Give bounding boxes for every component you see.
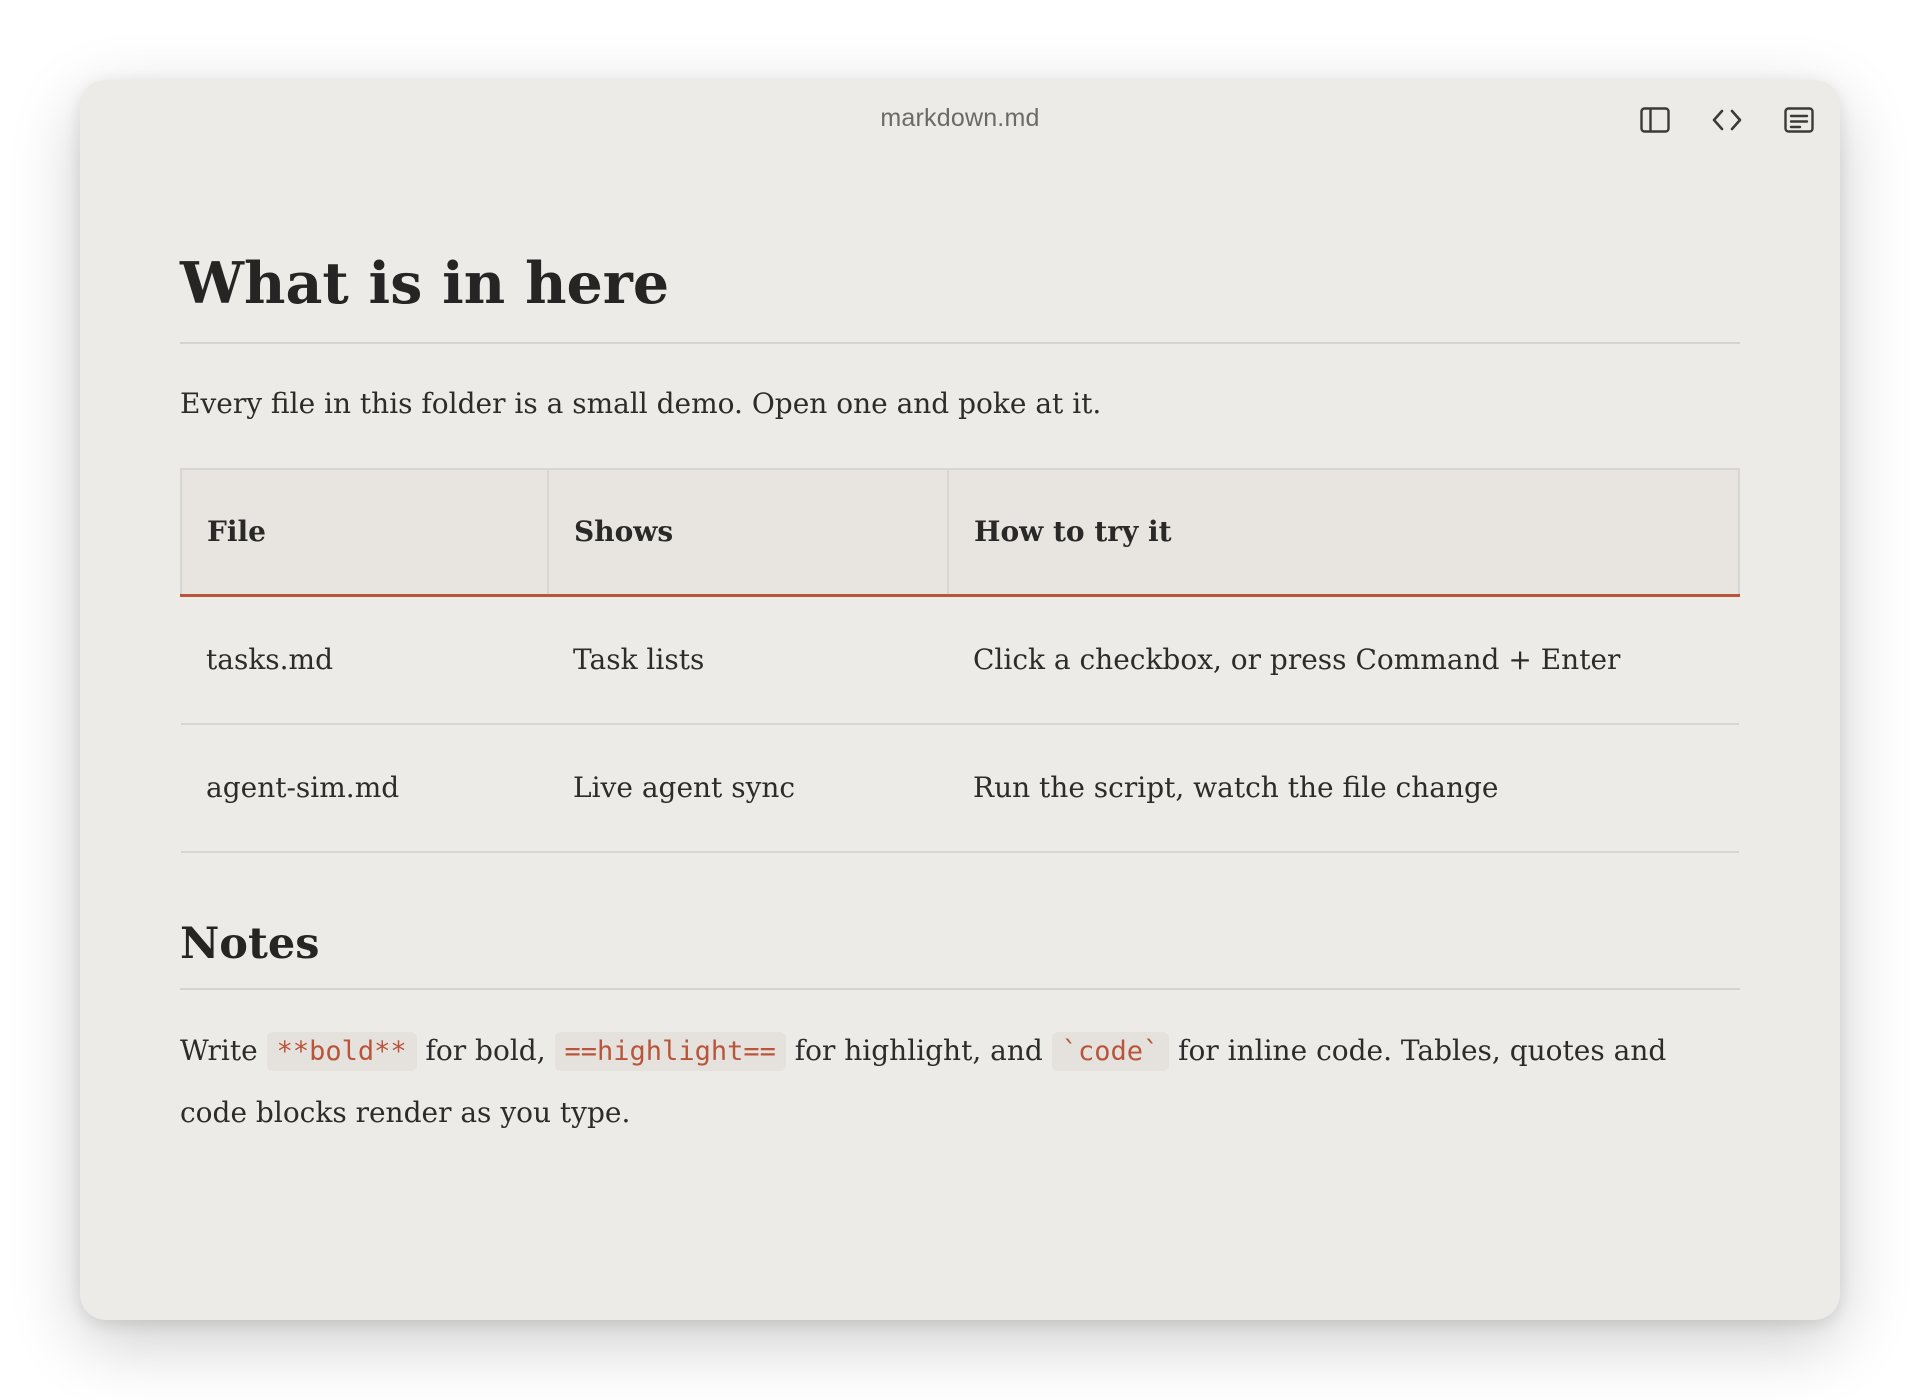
table-cell-how: Click a checkbox, or press Command + Ent… [948,595,1739,725]
table-cell-file: agent-sim.md [181,723,548,853]
files-table: File Shows How to try it tasks.md Task l… [180,467,1740,853]
table-header-row: File Shows How to try it [180,467,1740,597]
code-brackets-icon [1712,109,1742,131]
table-header-file: File [180,467,549,597]
table-header-how: How to try it [947,467,1740,597]
notes-text: for highlight, and [794,1034,1043,1068]
document-content[interactable]: What is in here Every file in this folde… [180,250,1740,1143]
source-view-button[interactable] [1707,100,1747,140]
document-heading: What is in here [180,250,1740,345]
table-cell-how: Run the script, watch the file change [948,723,1739,853]
notes-text: Write [180,1034,258,1068]
notes-text: for bold, [425,1034,546,1068]
table-cell-file: tasks.md [181,595,548,725]
outline-button[interactable] [1779,100,1819,140]
sidebar-toggle-icon [1640,107,1670,133]
notes-paragraph: Write **bold** for bold, ==highlight== f… [180,1020,1740,1143]
intro-paragraph: Every file in this folder is a small dem… [180,387,1102,421]
notes-heading: Notes [180,919,1740,991]
table-row: tasks.md Task lists Click a checkbox, or… [181,595,1739,725]
inline-code-highlight: ==highlight== [554,1032,786,1072]
table-cell-shows: Task lists [548,595,948,725]
inline-code-bold: **bold** [266,1032,417,1072]
table-row: agent-sim.md Live agent sync Run the scr… [181,723,1739,853]
table-cell-shows: Live agent sync [548,723,948,853]
document-outline-icon [1784,107,1814,133]
table-header-shows: Shows [547,467,949,597]
title-bar: markdown.md [80,80,1840,160]
window-title: markdown.md [880,104,1040,132]
editor-window: markdown.md What is in here Every file i… [80,80,1840,1320]
sidebar-toggle-button[interactable] [1635,100,1675,140]
inline-code-code: `code` [1051,1032,1170,1072]
